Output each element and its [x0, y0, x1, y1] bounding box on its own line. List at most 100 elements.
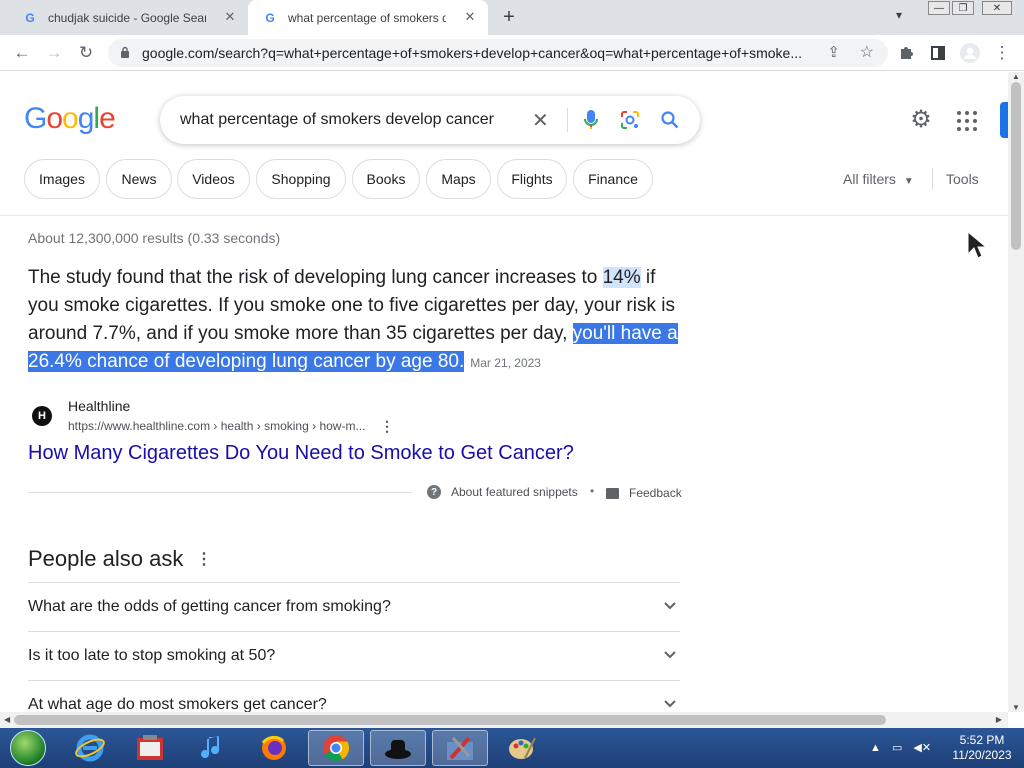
result-title-link[interactable]: How Many Cigarettes Do You Need to Smoke… [28, 442, 574, 465]
horizontal-scrollbar[interactable]: ◀ ▶ [0, 712, 1008, 728]
scroll-left-arrow-icon[interactable]: ◀ [4, 715, 10, 724]
toolbar-divider [932, 168, 933, 190]
close-icon[interactable]: ✕ [462, 9, 478, 25]
chip-flights[interactable]: Flights [497, 159, 567, 199]
forward-arrow-icon[interactable]: → [42, 41, 66, 65]
snippet-text-a: The study found that the risk of develop… [28, 267, 603, 288]
search-divider [567, 108, 568, 132]
kebab-menu-icon[interactable]: ⋮ [990, 41, 1014, 65]
google-apps-grid-icon[interactable] [956, 110, 978, 132]
chip-finance[interactable]: Finance [573, 159, 653, 199]
start-button[interactable] [4, 728, 50, 768]
tab-title: chudjak suicide - Google Search [48, 10, 206, 25]
vertical-scrollbar[interactable]: ▲ ▼ [1008, 72, 1024, 712]
tab-search-chevron-icon[interactable]: ▾ [896, 8, 902, 22]
side-panel-icon[interactable] [926, 41, 950, 65]
source-cite[interactable]: https://www.healthline.com › health › sm… [68, 419, 365, 433]
snippet-divider [28, 492, 412, 493]
microphone-icon[interactable] [580, 109, 602, 131]
restore-button[interactable]: ❐ [952, 1, 974, 15]
search-input[interactable]: what percentage of smokers develop cance… [180, 111, 520, 129]
help-icon: ? [427, 485, 441, 499]
tab-title: what percentage of smokers develop cance… [288, 10, 446, 25]
result-menu-icon[interactable]: ⋮ [380, 418, 394, 435]
tab-chudjak-search[interactable]: G chudjak suicide - Google Search ✕ [8, 0, 248, 35]
hat-app-icon[interactable] [370, 730, 426, 766]
snippet-percentage: 14% [602, 267, 641, 288]
lock-icon[interactable] [120, 46, 134, 61]
scroll-up-arrow-icon[interactable]: ▲ [1012, 72, 1020, 81]
about-featured-snippets-link[interactable]: ? About featured snippets [427, 485, 578, 499]
result-stats: About 12,300,000 results (0.33 seconds) [28, 230, 281, 246]
tray-icons[interactable]: ▲ ▭ ◀✕ [870, 741, 931, 754]
close-window-button[interactable]: ✕ [982, 1, 1012, 15]
share-icon[interactable]: ⇪ [827, 43, 840, 61]
vertical-scroll-thumb[interactable] [1011, 82, 1021, 250]
chip-images[interactable]: Images [24, 159, 100, 199]
sign-in-button-edge[interactable] [1000, 102, 1008, 138]
taskbar-clock[interactable]: 5:52 PM 11/20/2023 [942, 733, 1022, 763]
scroll-right-arrow-icon[interactable]: ▶ [996, 715, 1002, 724]
scroll-down-arrow-icon[interactable]: ▼ [1012, 703, 1020, 712]
chip-books[interactable]: Books [352, 159, 420, 199]
tools-button[interactable]: Tools [946, 171, 979, 187]
reload-icon[interactable]: ↻ [74, 41, 98, 65]
header-divider [0, 215, 1008, 216]
windows-orb-icon [10, 730, 46, 766]
close-icon[interactable]: ✕ [222, 9, 238, 25]
search-icon[interactable] [659, 109, 681, 131]
firefox-icon[interactable] [246, 730, 302, 766]
chrome-icon[interactable] [308, 730, 364, 766]
tab-smokers-search[interactable]: G what percentage of smokers develop can… [248, 0, 488, 35]
chip-maps[interactable]: Maps [426, 159, 491, 199]
tab-strip: G chudjak suicide - Google Search ✕ G wh… [0, 0, 1024, 35]
clock-date: 11/20/2023 [952, 748, 1012, 762]
star-icon[interactable]: ☆ [860, 42, 874, 62]
browser-toolbar: ← → ↻ google.com/search?q=what+percentag… [0, 35, 1024, 71]
media-app-icon[interactable] [122, 730, 178, 766]
google-logo[interactable]: Google [24, 102, 116, 136]
paa-question-text: Is it too late to stop smoking at 50? [28, 647, 276, 664]
back-arrow-icon[interactable]: ← [10, 41, 34, 65]
search-results-page: Google what percentage of smokers develo… [0, 72, 1008, 712]
url-text[interactable]: google.com/search?q=what+percentage+of+s… [142, 45, 822, 61]
minimize-button[interactable]: — [928, 1, 950, 15]
search-box[interactable]: what percentage of smokers develop cance… [160, 96, 700, 144]
volume-muted-icon[interactable]: ◀✕ [913, 742, 931, 754]
dot-separator: • [590, 484, 595, 498]
horizontal-scroll-thumb[interactable] [14, 715, 886, 725]
chip-videos[interactable]: Videos [177, 159, 250, 199]
paa-question[interactable]: What are the odds of getting cancer from… [28, 582, 680, 631]
feedback-icon [606, 487, 619, 499]
feedback-link[interactable]: Feedback [606, 486, 682, 500]
paint-app-icon[interactable] [494, 730, 550, 766]
chevron-down-icon [664, 646, 676, 662]
internet-explorer-icon[interactable] [62, 730, 118, 766]
network-icon[interactable]: ▭ [892, 742, 902, 754]
show-hidden-icons-arrow-icon[interactable]: ▲ [870, 742, 881, 754]
windows-taskbar: ▲ ▭ ◀✕ 5:52 PM 11/20/2023 [0, 728, 1024, 768]
feedback-label: Feedback [629, 486, 682, 500]
puzzle-icon[interactable] [894, 41, 918, 65]
profile-icon[interactable] [958, 41, 982, 65]
paa-question[interactable]: Is it too late to stop smoking at 50? [28, 631, 680, 680]
google-lens-icon[interactable] [619, 109, 641, 131]
chip-shopping[interactable]: Shopping [256, 159, 346, 199]
music-note-icon[interactable] [184, 730, 240, 766]
paa-menu-icon[interactable]: ⋮ [196, 549, 212, 569]
paa-question-text: At what age do most smokers get cancer? [28, 696, 327, 712]
google-favicon-icon: G [25, 10, 35, 25]
tools-app-icon[interactable] [432, 730, 488, 766]
featured-snippet-text: The study found that the risk of develop… [28, 264, 688, 377]
healthline-favicon-icon: H [32, 406, 52, 426]
new-tab-button[interactable]: + [498, 6, 520, 28]
chip-news[interactable]: News [106, 159, 172, 199]
all-filters-button[interactable]: All filters ▼ [843, 171, 914, 187]
paa-question[interactable]: At what age do most smokers get cancer? [28, 680, 680, 712]
address-bar[interactable]: google.com/search?q=what+percentage+of+s… [108, 39, 888, 67]
settings-gear-icon[interactable]: ⚙ [908, 107, 934, 133]
people-also-ask-title: People also ask [28, 546, 184, 571]
clear-search-icon[interactable]: ✕ [532, 108, 549, 133]
source-name[interactable]: Healthline [68, 398, 130, 414]
mouse-cursor-icon [967, 230, 988, 259]
